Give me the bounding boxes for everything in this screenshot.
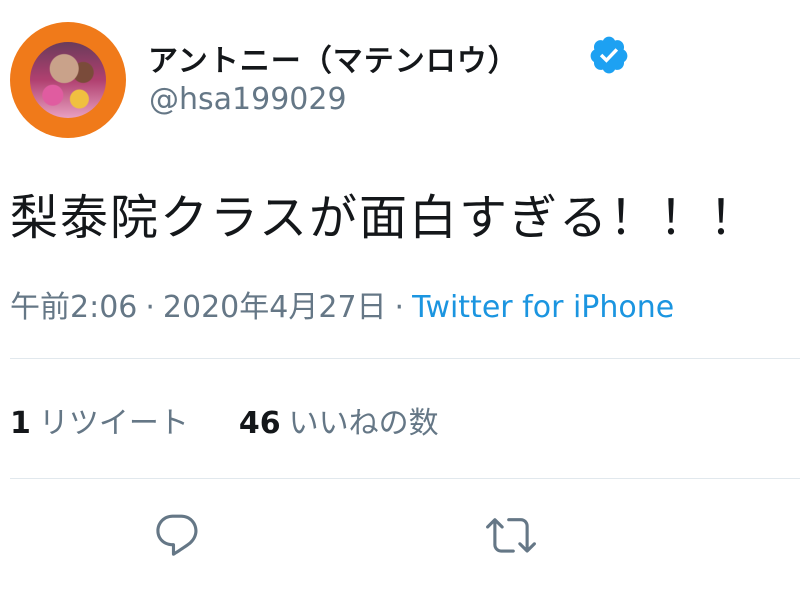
display-name[interactable]: アントニー（マテンロウ） xyxy=(148,36,519,80)
verified-badge-icon xyxy=(590,36,628,74)
divider xyxy=(10,358,800,359)
retweets-count: 1 xyxy=(10,406,31,441)
reply-icon[interactable] xyxy=(152,510,202,560)
tweet-card: アントニー（マテンロウ） @hsa199029 梨泰院クラスが面白すぎる！！！ … xyxy=(0,0,800,600)
avatar-photo xyxy=(30,42,106,118)
likes-label: いいねの数 xyxy=(288,406,439,441)
retweets-label: リツイート xyxy=(38,406,189,441)
tweet-time[interactable]: 午前2:06 xyxy=(10,290,137,325)
divider xyxy=(10,478,800,479)
tweet-date[interactable]: 2020年4月27日 xyxy=(163,290,387,325)
likes-count: 46 xyxy=(238,406,281,441)
retweet-icon[interactable] xyxy=(486,510,536,560)
likes-stat[interactable]: 46 いいねの数 xyxy=(239,398,439,442)
tweet-source-link[interactable]: Twitter for iPhone xyxy=(412,290,674,325)
tweet-meta: 午前2:06 · 2020年4月27日 · Twitter for iPhone xyxy=(10,282,674,326)
retweets-stat[interactable]: 1 リツイート xyxy=(10,398,189,442)
user-handle[interactable]: @hsa199029 xyxy=(149,82,347,117)
meta-separator: · xyxy=(394,290,405,325)
profile-avatar[interactable] xyxy=(10,22,126,138)
meta-separator: · xyxy=(145,290,155,325)
tweet-text: 梨泰院クラスが面白すぎる！！！ xyxy=(10,190,760,246)
tweet-stats: 1 リツイート 46 いいねの数 xyxy=(10,398,439,442)
